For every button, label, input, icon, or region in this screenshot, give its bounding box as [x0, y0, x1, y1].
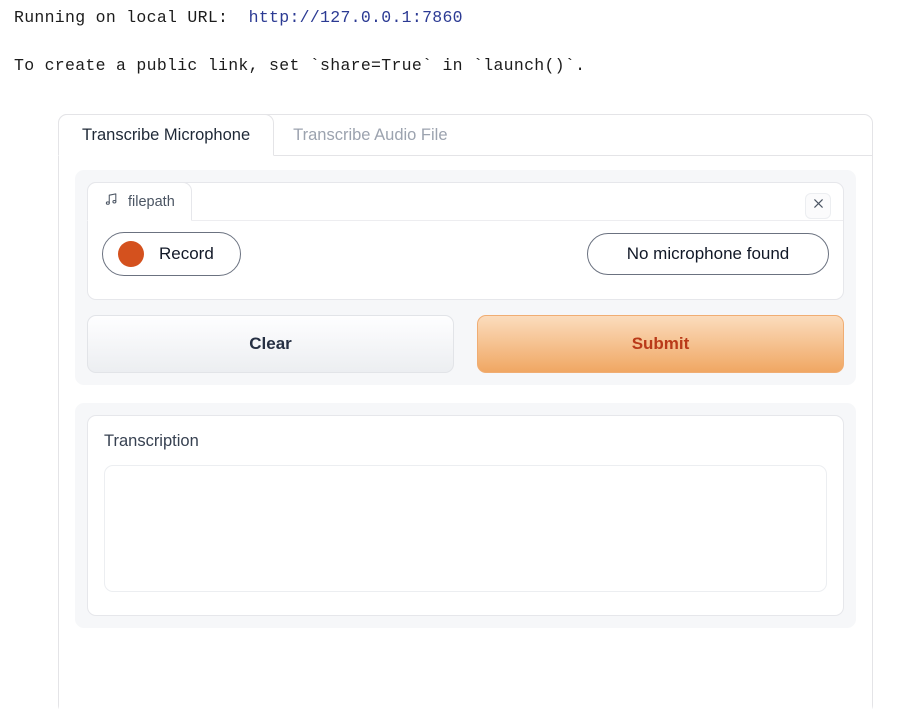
transcription-label: Transcription — [104, 432, 199, 450]
audio-source-tab-label: filepath — [128, 193, 175, 210]
music-note-icon — [104, 192, 119, 211]
tab-bar: Transcribe Microphone Transcribe Audio F… — [58, 114, 872, 156]
tab-transcribe-audio-file-label: Transcribe Audio File — [293, 125, 448, 144]
tab-transcribe-microphone-label: Transcribe Microphone — [82, 125, 251, 144]
submit-button[interactable]: Submit — [477, 315, 844, 373]
audio-input-group: filepath Record No microphone found Clea… — [75, 170, 856, 385]
close-icon — [812, 197, 825, 215]
console-line-local-url: Running on local URL: http://127.0.0.1:7… — [14, 8, 901, 29]
audio-controls-row: Record No microphone found — [88, 221, 843, 276]
transcription-component: Transcription — [87, 415, 844, 616]
action-button-row: Clear Submit — [87, 315, 844, 373]
microphone-select-value: No microphone found — [626, 244, 790, 263]
clear-button[interactable]: Clear — [87, 315, 454, 373]
submit-button-label: Submit — [631, 334, 690, 353]
tab-panel-transcribe-microphone: filepath Record No microphone found Clea… — [59, 156, 872, 714]
tab-container: Transcribe Microphone Transcribe Audio F… — [58, 114, 873, 714]
transcription-group: Transcription — [75, 403, 856, 628]
console-output: Running on local URL: http://127.0.0.1:7… — [0, 0, 901, 76]
local-url-link[interactable]: http://127.0.0.1:7860 — [249, 8, 463, 27]
console-line-share-hint: To create a public link, set `share=True… — [14, 55, 586, 75]
audio-source-tab-filepath[interactable]: filepath — [87, 182, 192, 221]
close-audio-button[interactable] — [805, 193, 831, 219]
record-button[interactable]: Record — [102, 232, 241, 276]
tab-transcribe-microphone[interactable]: Transcribe Microphone — [58, 114, 275, 156]
record-button-label: Record — [159, 244, 214, 263]
console-local-url-prefix: Running on local URL: — [14, 8, 249, 27]
audio-component: filepath Record No microphone found — [87, 182, 844, 300]
microphone-select[interactable]: No microphone found — [587, 233, 829, 275]
clear-button-label: Clear — [249, 334, 292, 353]
record-dot-icon — [118, 241, 144, 267]
transcription-textarea[interactable] — [104, 465, 827, 592]
tab-transcribe-audio-file[interactable]: Transcribe Audio File — [274, 115, 466, 155]
audio-source-tabbar: filepath — [87, 182, 843, 221]
